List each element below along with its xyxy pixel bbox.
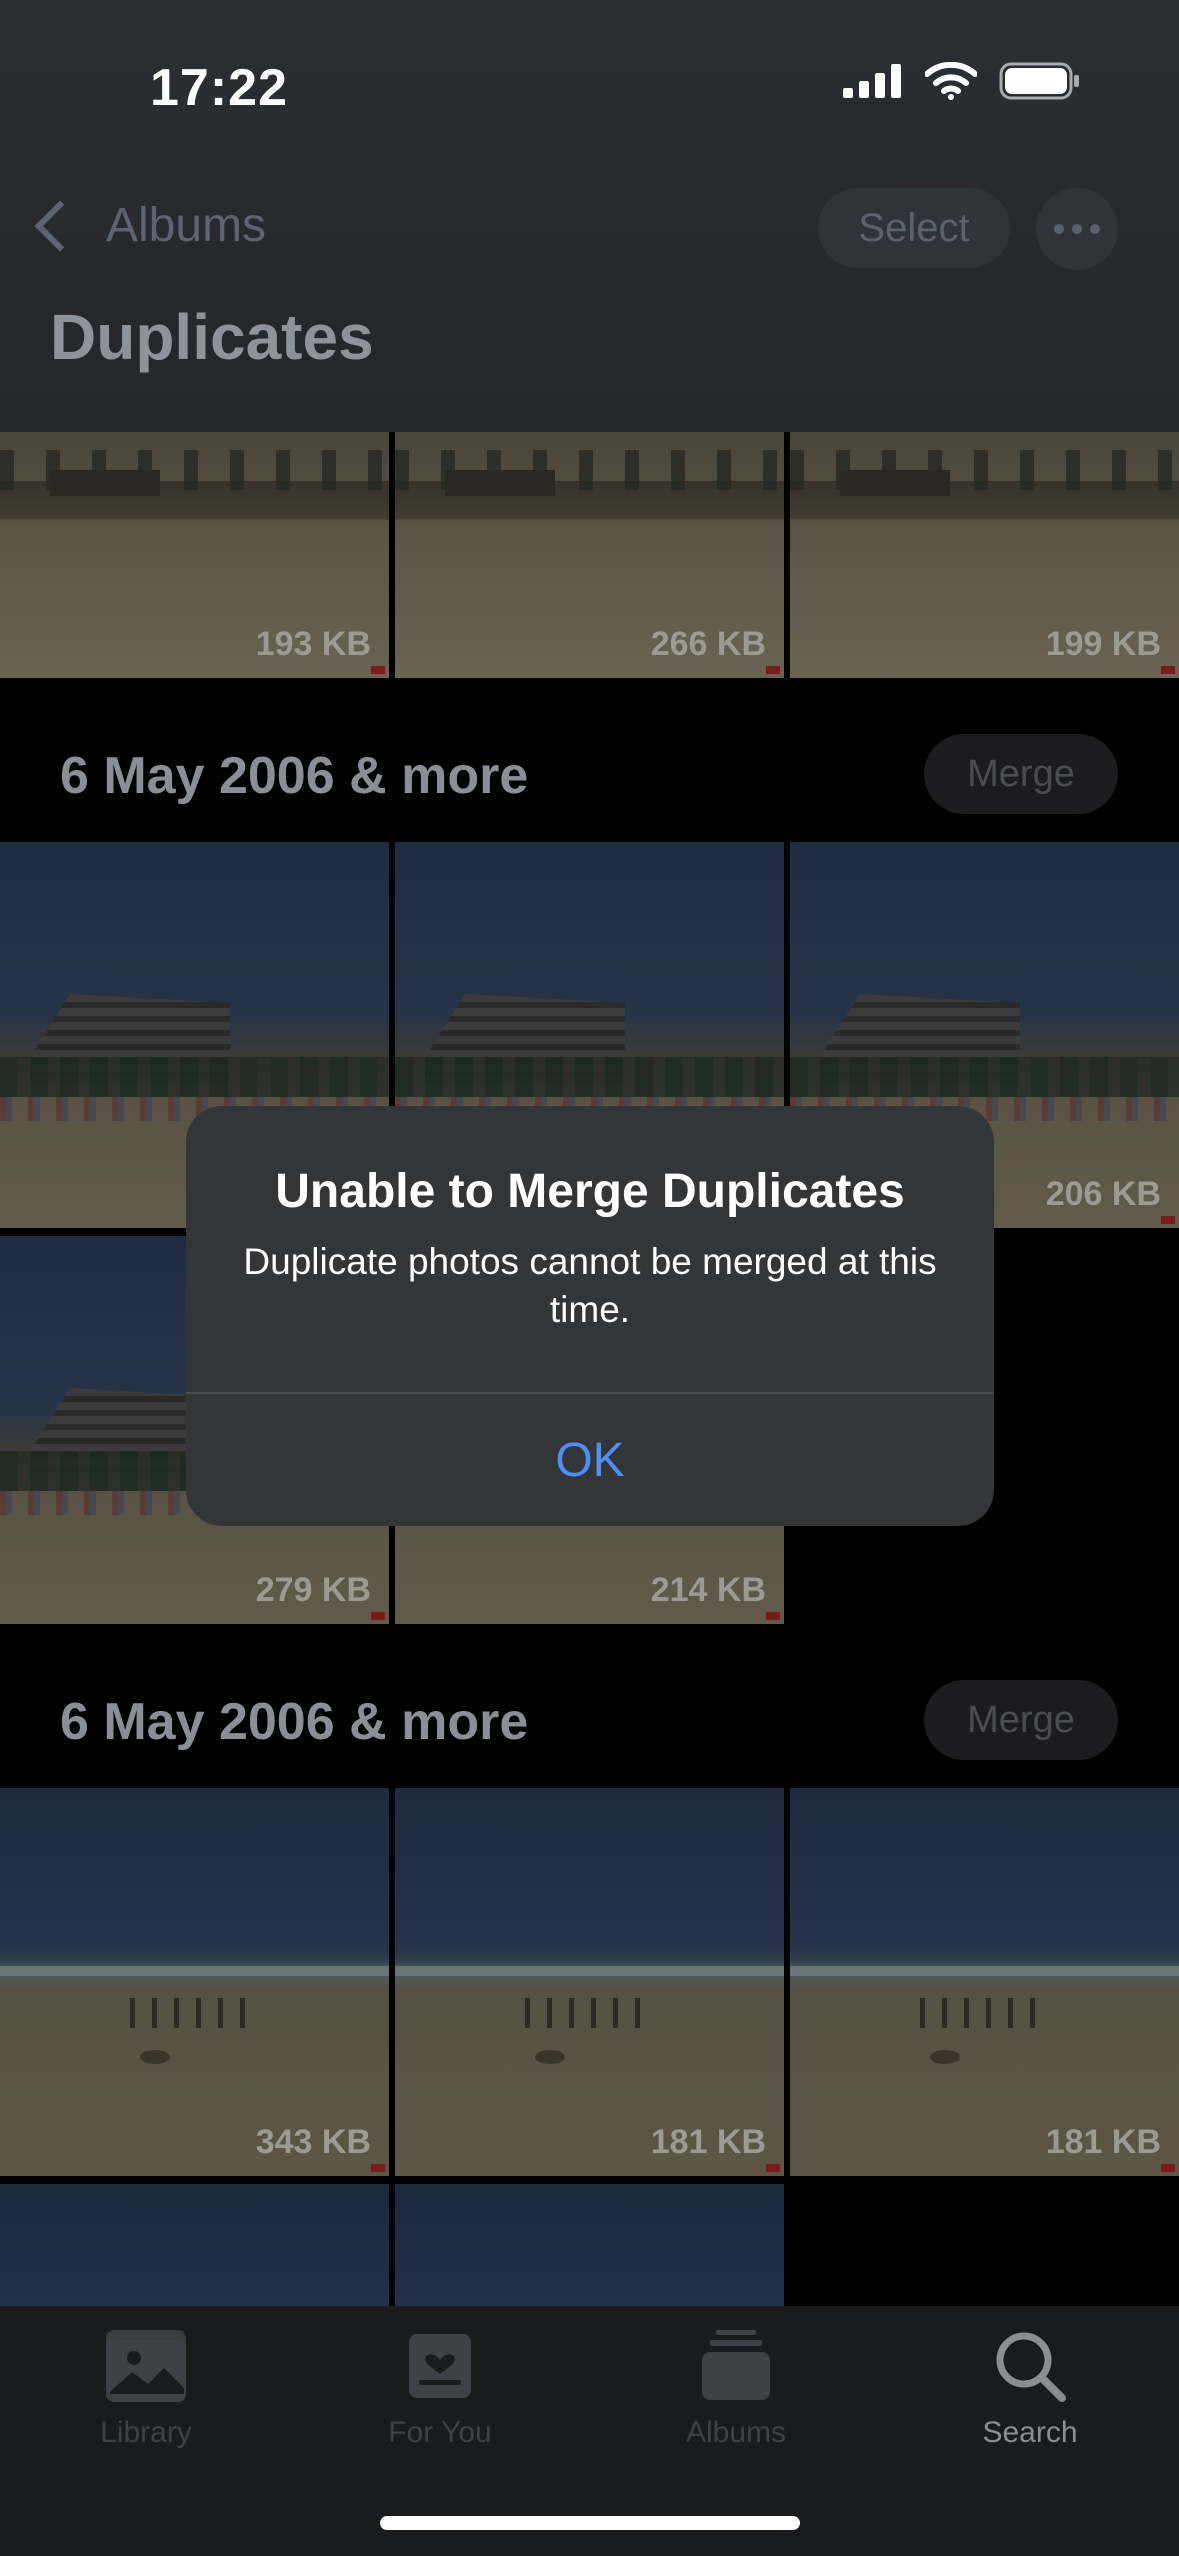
file-size-label: 214 KB	[650, 1571, 766, 1609]
header: 17:22 Albums Select Duplicates	[0, 0, 1179, 432]
merge-button[interactable]: Merge	[924, 734, 1118, 814]
back-label: Albums	[106, 199, 267, 252]
tab-albums[interactable]: Albums	[616, 2328, 856, 2450]
battery-icon	[999, 62, 1079, 100]
alert-message: Duplicate photos cannot be merged at thi…	[243, 1241, 937, 1330]
for-you-icon	[409, 2334, 471, 2398]
tab-label: Albums	[685, 2416, 787, 2449]
ellipsis-icon	[1054, 224, 1064, 234]
file-size-label: 279 KB	[255, 1571, 371, 1609]
wifi-icon	[925, 62, 977, 100]
photo-thumbnail[interactable]: 193 KB	[0, 432, 389, 678]
tab-label: For You	[388, 2416, 492, 2449]
tab-for-you[interactable]: For You	[320, 2328, 560, 2450]
tab-search[interactable]: Search	[910, 2328, 1150, 2450]
back-button[interactable]: Albums	[28, 198, 266, 253]
file-size-label: 199 KB	[1045, 625, 1161, 663]
page-title: Duplicates	[50, 301, 374, 373]
search-icon	[996, 2332, 1066, 2402]
cellular-signal-icon	[843, 64, 901, 98]
file-size-label: 193 KB	[255, 625, 371, 663]
photo-thumbnail[interactable]: 343 KB	[0, 1788, 389, 2176]
photo-thumbnail[interactable]: 266 KB	[395, 432, 784, 678]
photo-thumbnail[interactable]	[395, 2184, 784, 2306]
home-indicator[interactable]	[380, 2516, 800, 2530]
alert-title: Unable to Merge Duplicates	[275, 1165, 905, 1218]
alert-dialog: Unable to Merge Duplicates Duplicate pho…	[186, 1106, 994, 1526]
section-title: 6 May 2006 & more	[60, 747, 529, 805]
more-button[interactable]	[1036, 188, 1118, 270]
tab-library[interactable]: Library	[26, 2328, 266, 2450]
merge-button[interactable]: Merge	[924, 1680, 1118, 1760]
file-size-label: 266 KB	[650, 625, 766, 663]
chevron-left-icon	[34, 200, 86, 251]
photo-thumbnail[interactable]: 181 KB	[395, 1788, 784, 2176]
section-title: 6 May 2006 & more	[60, 1693, 529, 1751]
file-size-label: 181 KB	[1045, 2123, 1161, 2161]
select-button[interactable]: Select	[818, 188, 1010, 268]
photo-thumbnail[interactable]: 181 KB	[790, 1788, 1179, 2176]
status-icons	[843, 62, 1081, 100]
albums-icon	[702, 2330, 770, 2400]
status-time: 17:22	[150, 59, 288, 117]
tab-label: Library	[100, 2416, 192, 2449]
ok-button[interactable]: OK	[186, 1394, 994, 1526]
photo-icon	[106, 2330, 186, 2402]
tab-label: Search	[982, 2416, 1078, 2449]
file-size-label: 206 KB	[1045, 1175, 1161, 1213]
photo-thumbnail[interactable]: 199 KB	[790, 432, 1179, 678]
file-size-label: 343 KB	[255, 2123, 371, 2161]
photo-thumbnail[interactable]	[0, 2184, 389, 2306]
file-size-label: 181 KB	[650, 2123, 766, 2161]
